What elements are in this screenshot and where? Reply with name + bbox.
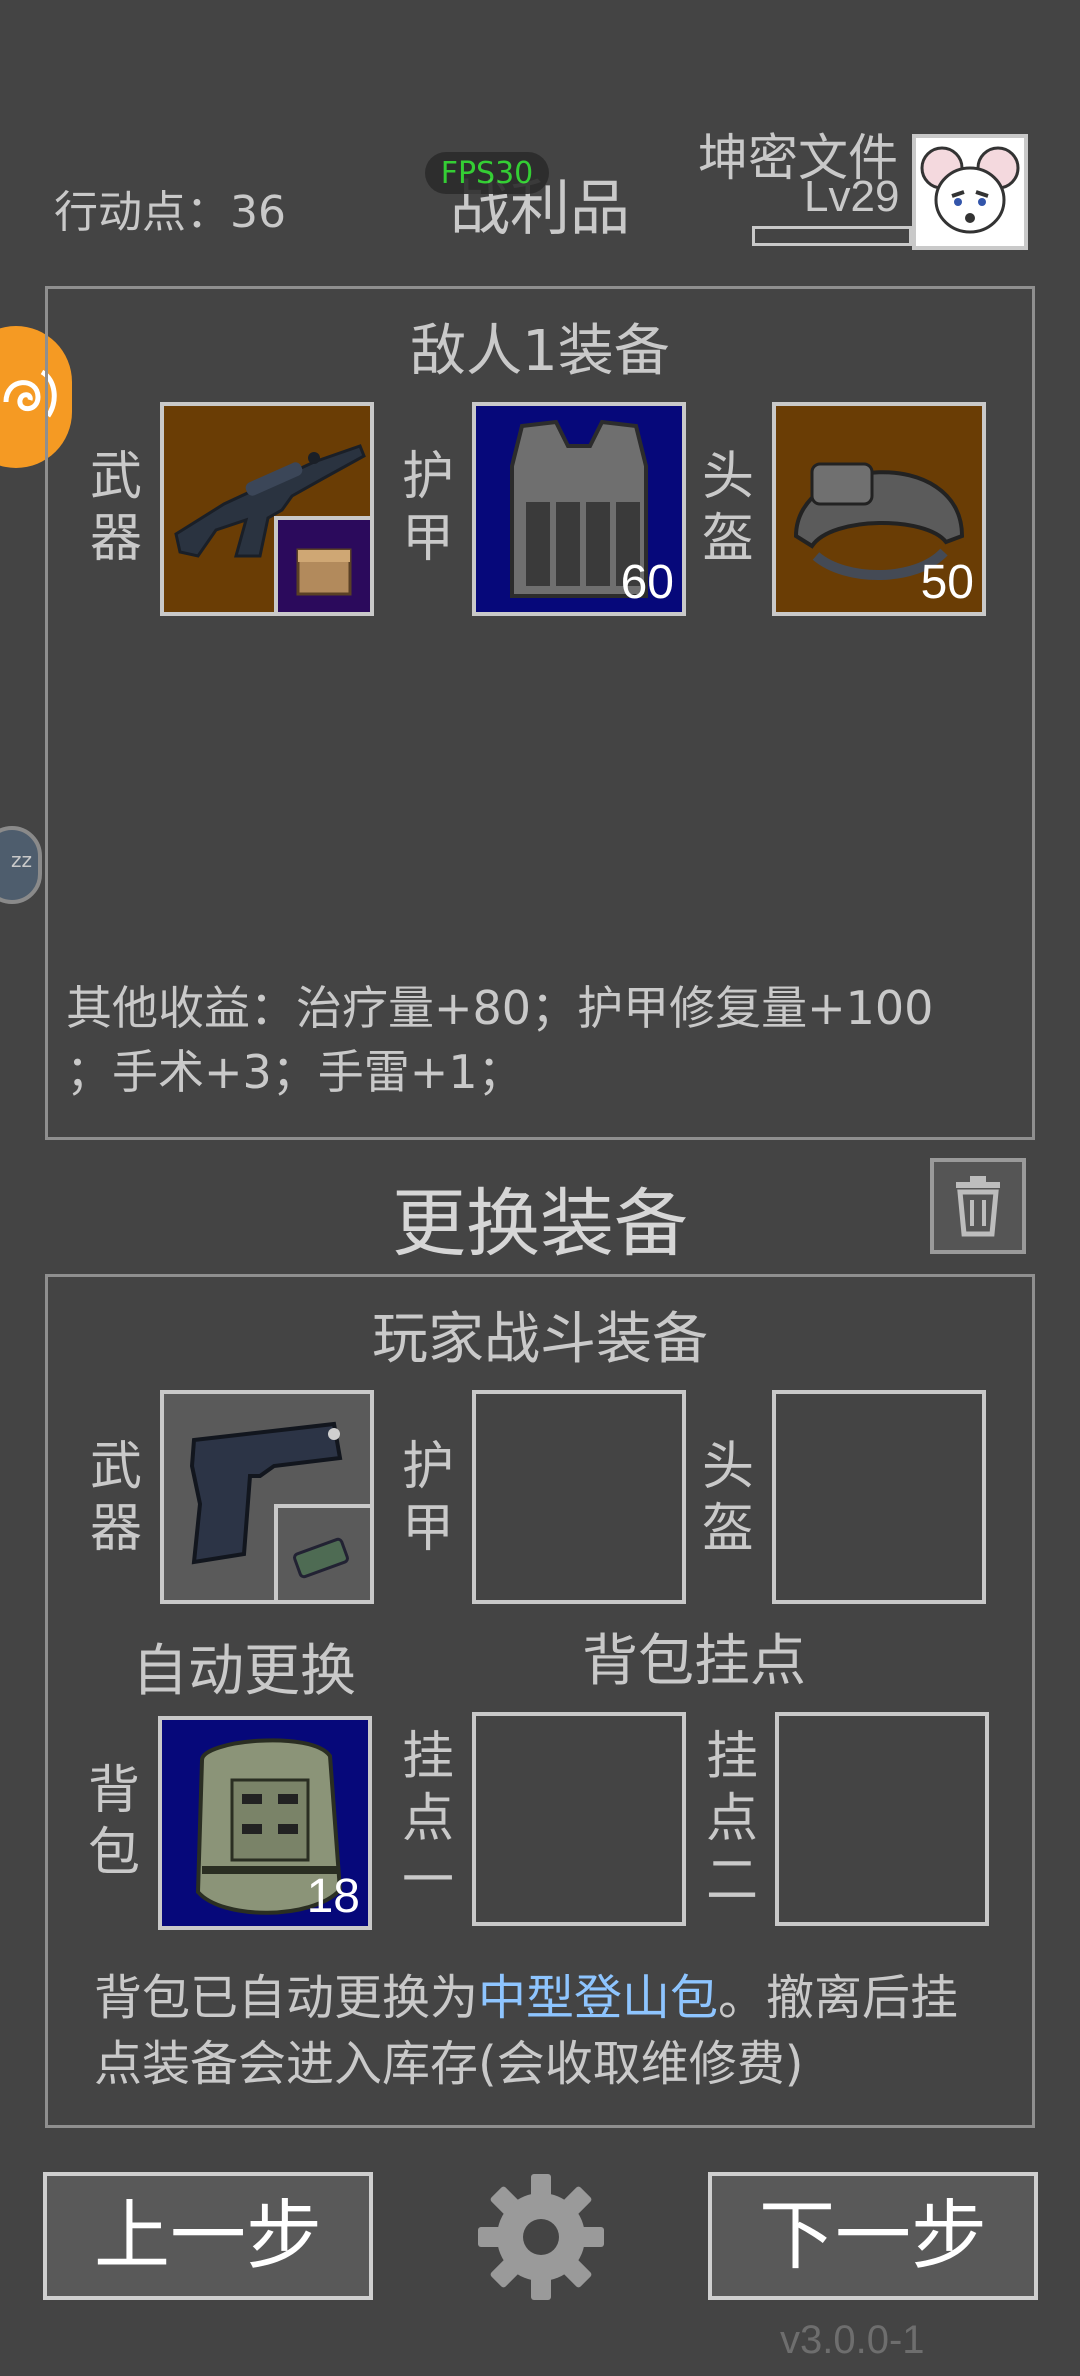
gear-icon [478, 2174, 604, 2300]
enemy-helmet-slot[interactable]: 50 [772, 402, 986, 616]
enemy-weapon-label: 武器 [89, 447, 142, 569]
enemy-weapon-slot[interactable] [160, 402, 374, 616]
sleep-badge-text: zz [11, 848, 32, 872]
discard-button[interactable] [930, 1158, 1026, 1254]
notice-backpack-link[interactable]: 中型登山包 [478, 1970, 718, 2026]
enemy-panel-title: 敌人1装备 [410, 319, 670, 384]
enemy-helmet-label: 头盔 [701, 447, 754, 569]
other-gains-line1: 其他收益：治疗量+80；护甲修复量+100 [66, 981, 934, 1035]
ammo-box-icon [296, 548, 352, 596]
notice-post: 。撤离后挂 [718, 1970, 959, 2026]
level-progress-bar [752, 226, 912, 246]
auto-replace-label[interactable]: 自动更换 [132, 1626, 356, 1707]
mouse-avatar-icon [920, 146, 1020, 234]
ammo-magazine-icon [293, 1537, 349, 1579]
mount2-slot[interactable] [775, 1712, 989, 1926]
trash-icon [956, 1176, 1000, 1237]
enemy-armor-label: 护甲 [401, 447, 454, 569]
backpack-mounts-title: 背包挂点 [582, 1629, 806, 1694]
player-panel-title: 玩家战斗装备 [372, 1307, 708, 1372]
player-armor-label: 护甲 [401, 1437, 454, 1559]
enemy-helmet-value: 50 [920, 556, 974, 609]
mount1-slot[interactable] [472, 1712, 686, 1926]
backpack-notice-line1: 背包已自动更换为中型登山包。撤离后挂 [94, 1958, 958, 2028]
mount2-label: 挂点二 [705, 1727, 758, 1911]
player-weapon-slot[interactable] [160, 1390, 374, 1604]
fps-badge: FPS30 [425, 152, 549, 194]
mount1-label: 挂点一 [401, 1727, 454, 1911]
player-level: Lv29 [804, 172, 900, 221]
fps-text: FPS30 [440, 156, 534, 191]
backpack-notice-line2: 点装备会进入库存(会收取维修费) [94, 2036, 804, 2092]
player-avatar[interactable] [912, 134, 1028, 250]
other-gains-line2: ；手术+3；手雷+1； [66, 1045, 524, 1099]
action-points: 行动点：36 [54, 187, 286, 238]
enemy-armor-value: 60 [620, 556, 674, 609]
settings-button[interactable] [474, 2170, 608, 2304]
backpack-slot[interactable]: 18 [158, 1716, 372, 1930]
next-step-button[interactable]: 下一步 [708, 2172, 1038, 2300]
player-weapon-ammo-slot[interactable] [274, 1504, 370, 1600]
backpack-label: 背包 [87, 1761, 140, 1883]
enemy-armor-slot[interactable]: 60 [472, 402, 686, 616]
player-helmet-label: 头盔 [701, 1437, 754, 1559]
change-equipment-title: 更换装备 [392, 1181, 688, 1267]
enemy-weapon-ammo-slot[interactable] [274, 516, 370, 612]
floating-sleep-button[interactable]: zz [0, 826, 42, 904]
player-weapon-label: 武器 [89, 1437, 142, 1559]
prev-step-button[interactable]: 上一步 [43, 2172, 373, 2300]
player-helmet-slot[interactable] [772, 1390, 986, 1604]
notice-pre: 背包已自动更换为 [94, 1970, 479, 2026]
backpack-value: 18 [306, 1870, 360, 1923]
player-armor-slot[interactable] [472, 1390, 686, 1604]
version-label: v3.0.0-1 [780, 2318, 925, 2362]
